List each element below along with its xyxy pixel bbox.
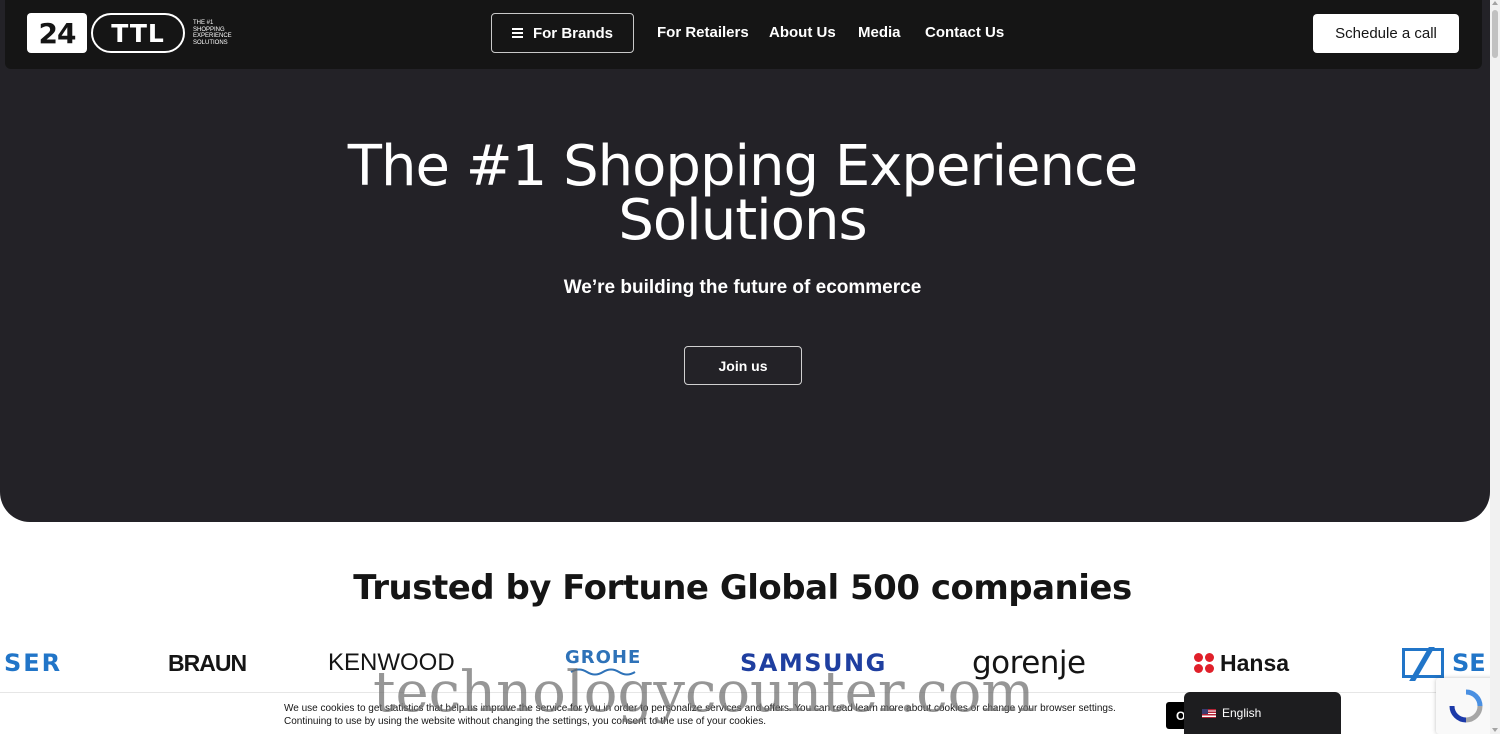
logo-24-mark: 24 xyxy=(27,13,87,53)
join-us-button[interactable]: Join us xyxy=(684,346,802,385)
language-label: English xyxy=(1222,706,1262,720)
brand-logo-gorenje: gorenje xyxy=(972,645,1086,681)
grohe-wordmark: GROHE xyxy=(565,647,642,668)
brand-logo-carousel: SER BRAUN KENWOOD GROHE SAMSUNG gorenje … xyxy=(0,640,1490,690)
sennheiser-mark-icon xyxy=(1402,648,1444,678)
top-navbar: 24 TTL THE #1 SHOPPING EXPERIENCE SOLUTI… xyxy=(5,0,1482,69)
language-switcher[interactable]: English xyxy=(1184,692,1341,734)
hero-title-line2: Solutions xyxy=(618,188,867,253)
brand-logo-braun: BRAUN xyxy=(168,649,247,676)
nav-for-brands-button[interactable]: For Brands xyxy=(491,13,634,53)
hero-section: 24 TTL THE #1 SHOPPING EXPERIENCE SOLUTI… xyxy=(0,0,1490,522)
nav-media[interactable]: Media xyxy=(858,24,901,41)
schedule-call-button[interactable]: Schedule a call xyxy=(1313,14,1459,53)
brand-logo-grohe: GROHE xyxy=(565,640,641,686)
hero-subtitle: We’re building the future of ecommerce xyxy=(563,277,922,298)
logo-ttl-mark: TTL xyxy=(91,13,185,53)
nav-about-us[interactable]: About Us xyxy=(769,24,836,41)
hero-title-line1: The #1 Shopping Experience xyxy=(347,134,1138,199)
hero-title: The #1 Shopping Experience Solutions xyxy=(0,134,1485,253)
brand-logo-partial-ser: SER xyxy=(4,649,63,677)
scrollbar-thumb[interactable] xyxy=(1492,10,1498,58)
site-logo[interactable]: 24 TTL THE #1 SHOPPING EXPERIENCE SOLUTI… xyxy=(27,12,243,54)
nav-for-brands-label: For Brands xyxy=(532,24,613,42)
scroll-up-arrow-icon[interactable] xyxy=(1492,1,1498,5)
menu-icon xyxy=(511,28,523,38)
nav-contact-us[interactable]: Contact Us xyxy=(925,24,1004,41)
page-scrollbar[interactable] xyxy=(1490,0,1500,734)
cookie-consent-text: We use cookies to get statistics that he… xyxy=(284,703,1116,727)
brand-logo-kenwood: KENWOOD xyxy=(328,649,455,676)
brand-logo-hansa: Hansa xyxy=(1194,640,1289,686)
scroll-down-arrow-icon[interactable] xyxy=(1492,728,1498,732)
recaptcha-icon xyxy=(1449,689,1483,723)
logo-tagline: THE #1 SHOPPING EXPERIENCE SOLUTIONS xyxy=(193,20,232,46)
brand-logo-samsung: SAMSUNG xyxy=(740,649,887,677)
trusted-by-heading: Trusted by Fortune Global 500 companies xyxy=(353,568,1132,608)
grohe-wave-icon xyxy=(570,668,636,676)
recaptcha-badge[interactable] xyxy=(1436,678,1496,734)
hansa-dots-icon xyxy=(1194,653,1214,673)
us-flag-icon xyxy=(1202,708,1216,718)
hansa-wordmark: Hansa xyxy=(1220,649,1290,676)
sennheiser-wordmark: SE xyxy=(1452,649,1486,677)
nav-for-retailers[interactable]: For Retailers xyxy=(657,24,749,41)
